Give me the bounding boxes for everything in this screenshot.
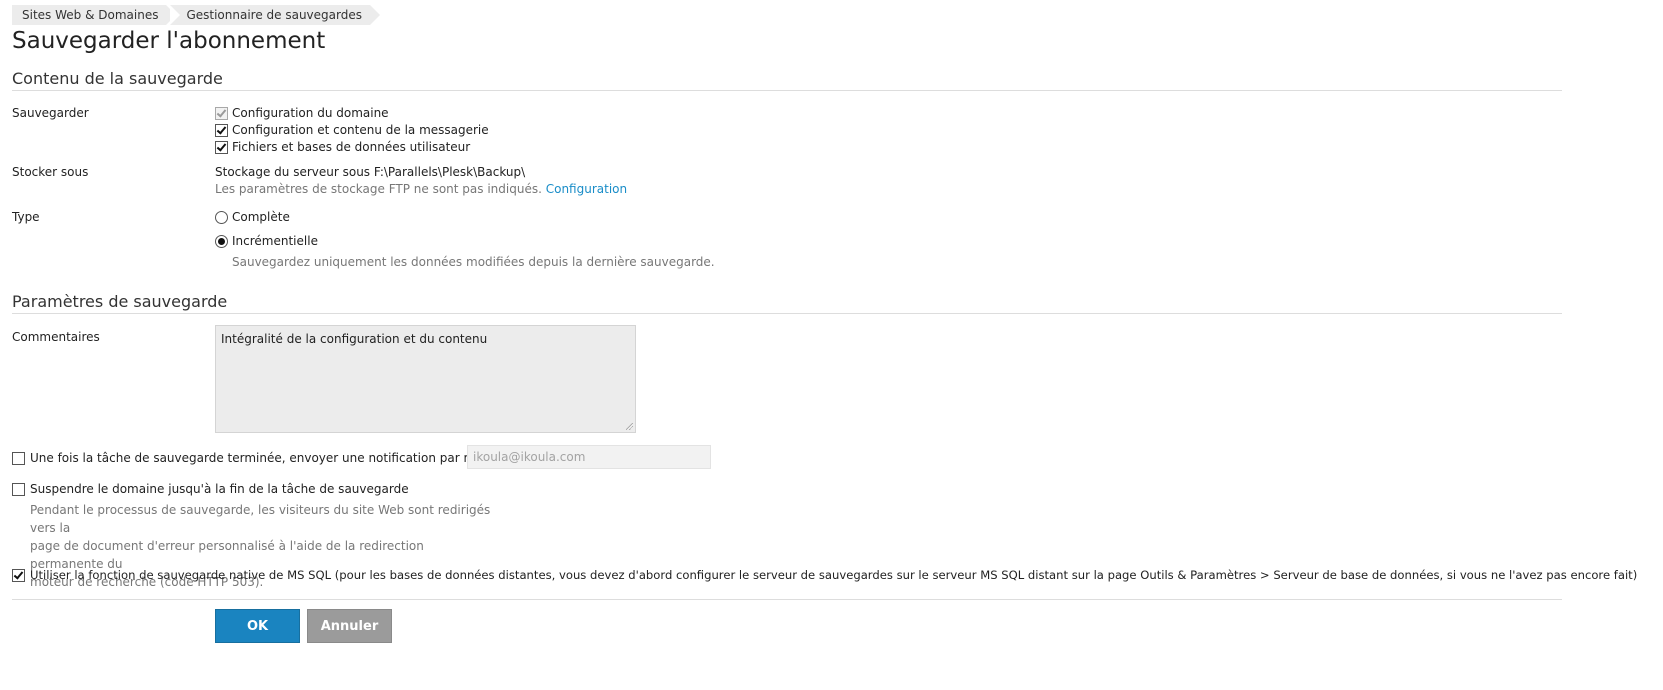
section-title-params: Paramètres de sauvegarde [12,292,228,311]
page-title: Sauvegarder l'abonnement [12,28,326,54]
breadcrumb: Sites Web & Domaines Gestionnaire de sau… [12,5,380,25]
comments-textarea[interactable]: Intégralité de la configuration et du co… [215,325,636,433]
section-title-content: Contenu de la sauvegarde [12,69,223,88]
breadcrumb-item-sites[interactable]: Sites Web & Domaines [12,5,177,25]
checkbox-user-files-label: Fichiers et bases de données utilisateur [232,140,471,154]
checkbox-mail-config-label: Configuration et contenu de la messageri… [232,123,489,137]
ok-button[interactable]: OK [215,609,300,643]
ftp-note: Les paramètres de stockage FTP ne sont p… [215,182,627,196]
radio-full[interactable] [215,211,228,224]
store-value: Stockage du serveur sous F:\Parallels\Pl… [215,165,526,179]
checkbox-mssql-native-label: Utiliser la fonction de sauvegarde nativ… [30,568,1638,582]
type-label: Type [12,210,40,224]
incremental-hint: Sauvegardez uniquement les données modif… [232,255,715,269]
checkbox-mssql-native[interactable] [12,569,25,582]
comments-label: Commentaires [12,330,100,344]
notify-email-input[interactable]: ikoula@ikoula.com [467,445,711,469]
section-divider [12,90,1562,91]
checkbox-notify-label: Une fois la tâche de sauvegarde terminée… [30,451,501,465]
checkbox-mail-config[interactable] [215,124,228,137]
section-divider [12,313,1562,314]
breadcrumb-item-backup-manager[interactable]: Gestionnaire de sauvegardes [170,5,380,25]
comments-value: Intégralité de la configuration et du co… [221,332,488,346]
radio-incremental-label: Incrémentielle [232,234,318,248]
radio-full-label: Complète [232,210,290,224]
store-label: Stocker sous [12,165,89,179]
suspend-hint-line: Pendant le processus de sauvegarde, les … [30,503,491,535]
backup-label: Sauvegarder [12,106,89,120]
checkbox-suspend-label: Suspendre le domaine jusqu'à la fin de l… [30,482,409,496]
cancel-button[interactable]: Annuler [307,609,392,643]
form-footer-divider [12,599,1562,600]
checkbox-notify[interactable] [12,452,25,465]
radio-incremental[interactable] [215,235,228,248]
checkbox-user-files[interactable] [215,141,228,154]
ftp-configuration-link[interactable]: Configuration [546,182,627,196]
checkbox-domain-config-label: Configuration du domaine [232,106,389,120]
ftp-note-text: Les paramètres de stockage FTP ne sont p… [215,182,542,196]
resize-grip-icon[interactable] [626,423,633,430]
checkbox-suspend[interactable] [12,483,25,496]
checkbox-domain-config[interactable] [215,107,228,120]
